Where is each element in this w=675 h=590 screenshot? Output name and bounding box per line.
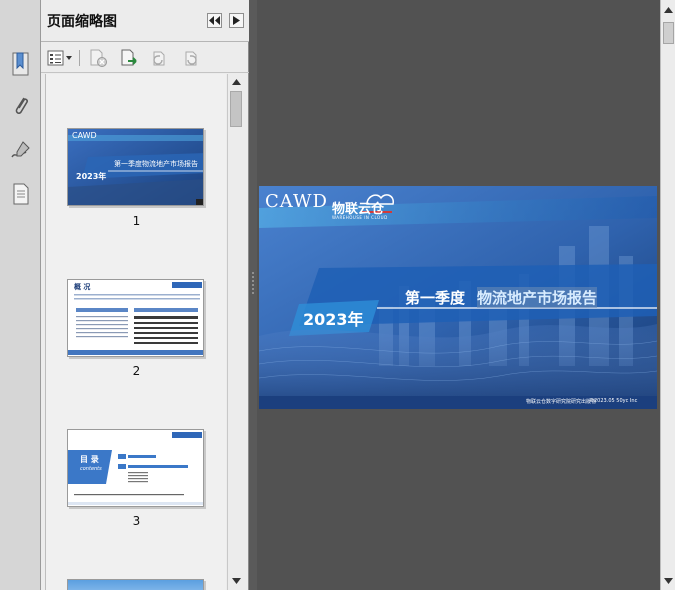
- slide-title-part2: 物流地产市场报告: [477, 287, 598, 308]
- slide-footer-copyright: ©2023.05 50yc Inc: [589, 398, 638, 404]
- page-number-3: 3: [132, 514, 141, 528]
- panel-splitter[interactable]: [249, 0, 257, 590]
- rotate-ccw-icon: [153, 51, 165, 66]
- splitter-grip[interactable]: [252, 272, 254, 294]
- document-view: CAWD 物联云仓 WAREHOUSE IN CLOUD 第一季度 物流地产市场…: [257, 0, 660, 590]
- bookmark-icon: [12, 52, 28, 76]
- thumb-contents-heading: 目 录: [80, 455, 99, 464]
- svg-text:CAWD: CAWD: [72, 131, 97, 140]
- page-icon: [13, 183, 28, 205]
- panel-title: 页面缩略图: [47, 14, 117, 30]
- double-chevron-left-icon: [209, 16, 220, 25]
- slide-logo-text: CAWD: [265, 191, 328, 212]
- paperclip-icon: [15, 97, 28, 115]
- thumb-contents-sub: contents: [80, 466, 102, 472]
- slide-footer-publisher: 物联云仓数字研究院研究出版物: [526, 399, 597, 405]
- thumbnail-page-4[interactable]: [67, 579, 204, 590]
- rotate-cw-icon: [185, 51, 197, 66]
- scroll-down-arrow-icon[interactable]: [228, 574, 244, 588]
- rotate-left-button[interactable]: [148, 48, 170, 68]
- navigation-strip: [0, 0, 41, 590]
- thumb-overview-heading: 概 况: [74, 283, 91, 291]
- insert-page-icon: [121, 49, 137, 66]
- scroll-up-arrow-icon[interactable]: [228, 75, 244, 89]
- delete-pages-button[interactable]: [87, 48, 109, 68]
- thumb-cover-title: 第一季度物流地产市场报告: [114, 160, 198, 168]
- bookmarks-button[interactable]: [0, 46, 41, 82]
- rotate-right-button[interactable]: [180, 48, 202, 68]
- attachments-button[interactable]: [0, 88, 41, 124]
- scrollbar-thumb[interactable]: [230, 91, 242, 127]
- thumbnail-scrollbar[interactable]: [227, 74, 243, 590]
- panel-options-button[interactable]: [229, 13, 244, 28]
- insert-pages-button[interactable]: [118, 48, 140, 68]
- thumbnail-list: CAWD 第一季度物流地产市场报告 2023年 1 概 况 2 目 录 cont…: [45, 74, 226, 590]
- panel-header: 页面缩略图: [41, 0, 249, 42]
- toolbar-separator: [79, 50, 80, 66]
- thumbnail-page-3[interactable]: 目 录 contents: [67, 429, 204, 507]
- slide-title-part1: 第一季度: [405, 289, 466, 307]
- doc-scroll-up-arrow-icon[interactable]: [661, 3, 675, 17]
- thumbnail-toolbar: [41, 43, 249, 73]
- doc-scrollbar-thumb[interactable]: [663, 22, 674, 44]
- options-menu-button[interactable]: [47, 48, 73, 68]
- slide-year: 2023年: [303, 310, 364, 329]
- thumbnail-page-1[interactable]: CAWD 第一季度物流地产市场报告 2023年: [67, 128, 204, 206]
- signatures-button[interactable]: [0, 132, 41, 168]
- triangle-right-icon: [233, 16, 240, 25]
- list-options-icon: [47, 50, 72, 66]
- delete-page-icon: [90, 49, 107, 67]
- document-page: CAWD 物联云仓 WAREHOUSE IN CLOUD 第一季度 物流地产市场…: [259, 186, 657, 409]
- page-thumbnails-button[interactable]: [0, 176, 41, 212]
- thumbnail-page-2[interactable]: 概 况: [67, 279, 204, 357]
- page-number-2: 2: [132, 364, 141, 378]
- document-scrollbar[interactable]: [660, 0, 675, 590]
- page-number-1: 1: [132, 214, 141, 228]
- thumb-cover-year: 2023年: [76, 172, 107, 181]
- doc-scroll-down-arrow-icon[interactable]: [661, 574, 675, 588]
- collapse-panel-button[interactable]: [207, 13, 222, 28]
- slide-brand-subtext: WAREHOUSE IN CLOUD: [332, 215, 388, 220]
- signature-pen-icon: [10, 141, 30, 158]
- page-thumbnails-panel: 页面缩略图 CAWD 第一季度物流地产市场报告 2023年 1 概 况 2 目 …: [41, 0, 249, 590]
